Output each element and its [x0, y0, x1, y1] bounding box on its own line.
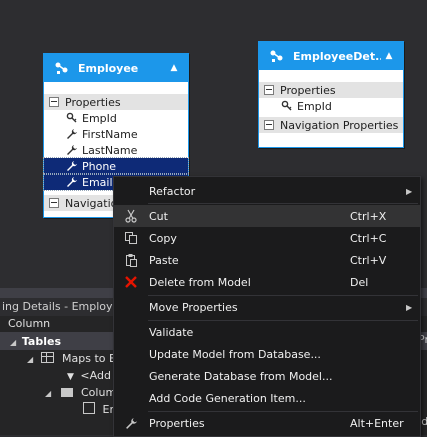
menu-label: Delete from Model	[149, 275, 251, 289]
scissors-icon	[114, 209, 148, 223]
copy-icon	[114, 231, 148, 245]
section-properties[interactable]: Properties	[44, 94, 188, 110]
property-phone[interactable]: Phone	[43, 157, 189, 175]
menu-label: Cut	[149, 209, 168, 223]
paste-icon	[114, 253, 148, 267]
menu-label: Move Properties	[149, 300, 238, 314]
menu-item-validate[interactable]: Validate	[114, 321, 420, 343]
expand-icon[interactable]: ◢	[10, 334, 18, 351]
menu-label: Update Model from Database...	[149, 347, 321, 361]
tree-label: <Add	[80, 369, 111, 382]
menu-label: Refactor	[149, 184, 196, 198]
collapse-section-icon[interactable]	[49, 198, 59, 208]
entity-title: Employee	[78, 61, 139, 75]
menu-item-delete-from-model[interactable]: Delete from Model Del	[114, 271, 420, 293]
menu-item-copy[interactable]: Copy Ctrl+C	[114, 227, 420, 249]
property-name: Phone	[82, 159, 117, 173]
property-empid[interactable]: EmpId	[259, 98, 403, 114]
menu-shortcut: Ctrl+C	[350, 231, 387, 245]
menu-label: Validate	[149, 325, 194, 339]
submenu-arrow-icon: ▶	[406, 302, 413, 312]
menu-item-move-properties[interactable]: Move Properties ▶	[114, 296, 420, 318]
menu-label: Paste	[149, 253, 179, 267]
property-name: LastName	[82, 143, 138, 157]
menu-label: Generate Database from Model...	[149, 369, 333, 383]
tree-label: Colum	[81, 386, 117, 399]
submenu-arrow-icon: ▶	[406, 186, 413, 196]
property-name: EmpId	[82, 111, 117, 125]
property-empid[interactable]: EmpId	[44, 110, 188, 126]
entity-icon	[269, 48, 285, 64]
entity-header[interactable]: Employee ▲	[44, 54, 188, 82]
collapse-icon[interactable]: ▲	[166, 63, 182, 73]
collapse-section-icon[interactable]	[264, 120, 274, 130]
menu-item-paste[interactable]: Paste Ctrl+V	[114, 249, 420, 271]
menu-item-add-code-generation[interactable]: Add Code Generation Item...	[114, 387, 420, 409]
section-properties[interactable]: Properties	[259, 82, 403, 98]
menu-shortcut: Ctrl+X	[350, 209, 387, 223]
wrench-icon	[66, 128, 78, 140]
section-label: Properties	[65, 95, 121, 109]
menu-label: Add Code Generation Item...	[149, 391, 306, 405]
tree-label: Tables	[21, 335, 62, 348]
collapse-section-icon[interactable]	[49, 97, 59, 107]
wrench-icon	[66, 160, 78, 172]
menu-item-properties[interactable]: Properties Alt+Enter	[114, 412, 420, 434]
property-name: EmpId	[297, 99, 332, 113]
section-label: Properties	[280, 83, 336, 97]
collapse-icon[interactable]: ▲	[381, 51, 397, 61]
key-icon	[281, 100, 293, 112]
entity-employeedetails[interactable]: EmployeeDet... ▲ Properties EmpId Naviga…	[258, 41, 404, 148]
wrench-icon	[114, 417, 148, 430]
section-navigation[interactable]: Navigation Properties	[259, 117, 403, 133]
menu-item-update-model[interactable]: Update Model from Database...	[114, 343, 420, 365]
menu-shortcut: Ctrl+V	[350, 253, 387, 267]
property-name: FirstName	[82, 127, 138, 141]
wrench-icon	[66, 144, 78, 156]
column-icon	[83, 402, 95, 414]
key-icon	[66, 112, 78, 124]
wrench-icon	[66, 176, 78, 188]
menu-shortcut: Del	[350, 275, 369, 289]
menu-shortcut: Alt+Enter	[350, 416, 404, 430]
entity-header[interactable]: EmployeeDet... ▲	[259, 42, 403, 70]
property-name: Email	[82, 175, 113, 189]
property-firstname[interactable]: FirstName	[44, 126, 188, 142]
menu-label: Copy	[149, 231, 177, 245]
add-arrow-icon: ▼	[67, 372, 74, 382]
section-label: Navigatio	[65, 196, 118, 210]
context-menu[interactable]: Refactor ▶ Cut Ctrl+X Copy Ctrl+C Paste …	[113, 176, 421, 437]
property-lastname[interactable]: LastName	[44, 142, 188, 158]
menu-item-generate-database[interactable]: Generate Database from Model...	[114, 365, 420, 387]
entity-icon	[54, 60, 70, 76]
entity-title: EmployeeDet...	[293, 49, 381, 63]
menu-item-refactor[interactable]: Refactor ▶	[114, 180, 420, 202]
menu-separator	[148, 203, 418, 204]
menu-item-cut[interactable]: Cut Ctrl+X	[114, 205, 420, 227]
section-label: Navigation Properties	[280, 118, 399, 132]
expand-icon[interactable]: ◢	[27, 351, 35, 368]
expand-icon[interactable]: ◢	[45, 385, 53, 402]
folder-icon	[60, 388, 73, 397]
table-icon	[40, 352, 54, 363]
delete-icon	[114, 275, 148, 289]
menu-label: Properties	[149, 416, 205, 430]
collapse-section-icon[interactable]	[264, 85, 274, 95]
